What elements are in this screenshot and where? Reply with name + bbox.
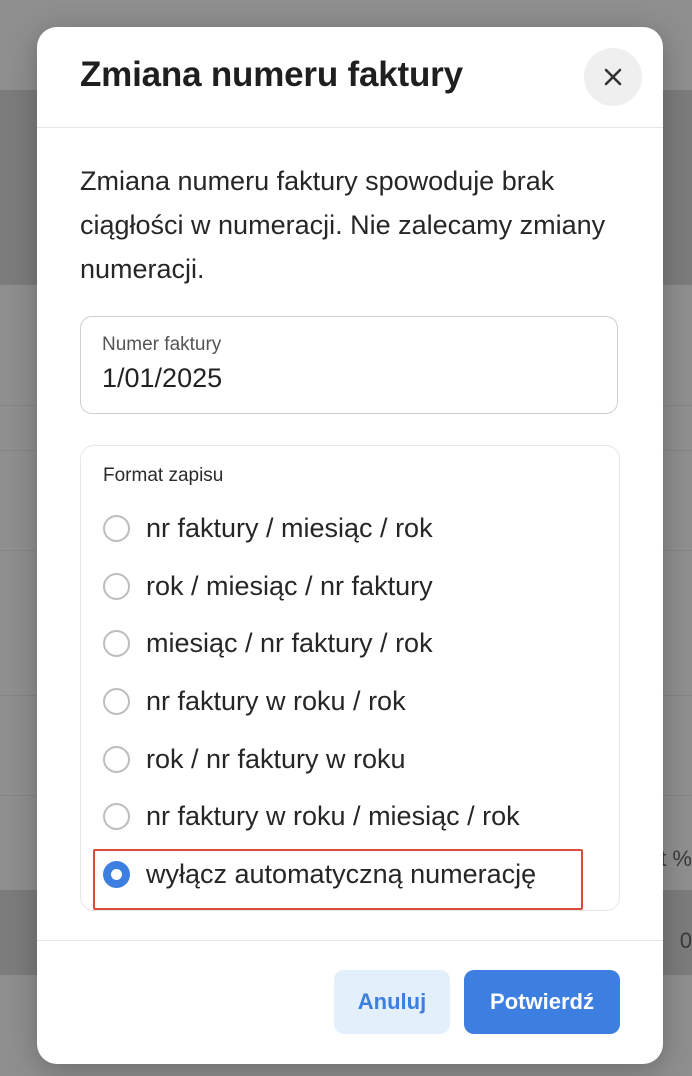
radio-label: wyłącz automatyczną numerację: [146, 858, 537, 889]
close-icon: [604, 68, 622, 86]
close-button[interactable]: [584, 48, 642, 106]
radio-button[interactable]: [103, 514, 130, 542]
radio-label: nr faktury w roku / rok: [146, 685, 406, 716]
radio-label: nr faktury w roku / miesiąc / rok: [146, 800, 520, 831]
format-option-yearly-invoice-month-year[interactable]: nr faktury w roku / miesiąc / rok: [103, 796, 520, 836]
radio-label: miesiąc / nr faktury / rok: [146, 627, 433, 658]
radio-label: nr faktury / miesiąc / rok: [146, 512, 433, 543]
dialog-title: Zmiana numeru faktury: [80, 55, 463, 94]
invoice-number-input[interactable]: [102, 363, 582, 394]
confirm-button[interactable]: Potwierdź: [464, 970, 620, 1034]
format-group-label: Format zapisu: [103, 465, 224, 486]
format-option-year-yearly-invoice[interactable]: rok / nr faktury w roku: [103, 739, 406, 779]
background-cell-text: 0: [679, 928, 692, 953]
invoice-number-field[interactable]: Numer faktury: [80, 316, 618, 414]
radio-label: rok / miesiąc / nr faktury: [146, 570, 433, 601]
radio-button-selected[interactable]: [103, 860, 130, 888]
dialog-description: Zmiana numeru faktury spowoduje brak cią…: [80, 166, 606, 284]
invoice-number-dialog: Zmiana numeru faktury Zmiana numeru fakt…: [37, 27, 663, 1064]
footer-divider: [37, 940, 663, 941]
format-option-year-month-invoice[interactable]: rok / miesiąc / nr faktury: [103, 566, 433, 606]
format-option-invoice-month-year[interactable]: nr faktury / miesiąc / rok: [103, 508, 433, 548]
format-option-disable-auto-numbering[interactable]: wyłącz automatyczną numerację: [103, 854, 536, 894]
invoice-number-label: Numer faktury: [102, 334, 222, 355]
radio-button[interactable]: [103, 572, 130, 600]
format-option-yearly-invoice-year[interactable]: nr faktury w roku / rok: [103, 681, 406, 721]
radio-button[interactable]: [103, 745, 130, 773]
format-radio-group: Format zapisu nr faktury / miesiąc / rok…: [80, 445, 620, 911]
radio-button[interactable]: [103, 802, 130, 830]
radio-button[interactable]: [103, 629, 130, 657]
radio-label: rok / nr faktury w roku: [146, 743, 406, 774]
background-column-text: t %: [660, 846, 692, 871]
dialog-header: Zmiana numeru faktury: [37, 27, 663, 128]
cancel-button[interactable]: Anuluj: [334, 970, 450, 1034]
radio-button[interactable]: [103, 687, 130, 715]
format-option-month-invoice-year[interactable]: miesiąc / nr faktury / rok: [103, 623, 433, 663]
